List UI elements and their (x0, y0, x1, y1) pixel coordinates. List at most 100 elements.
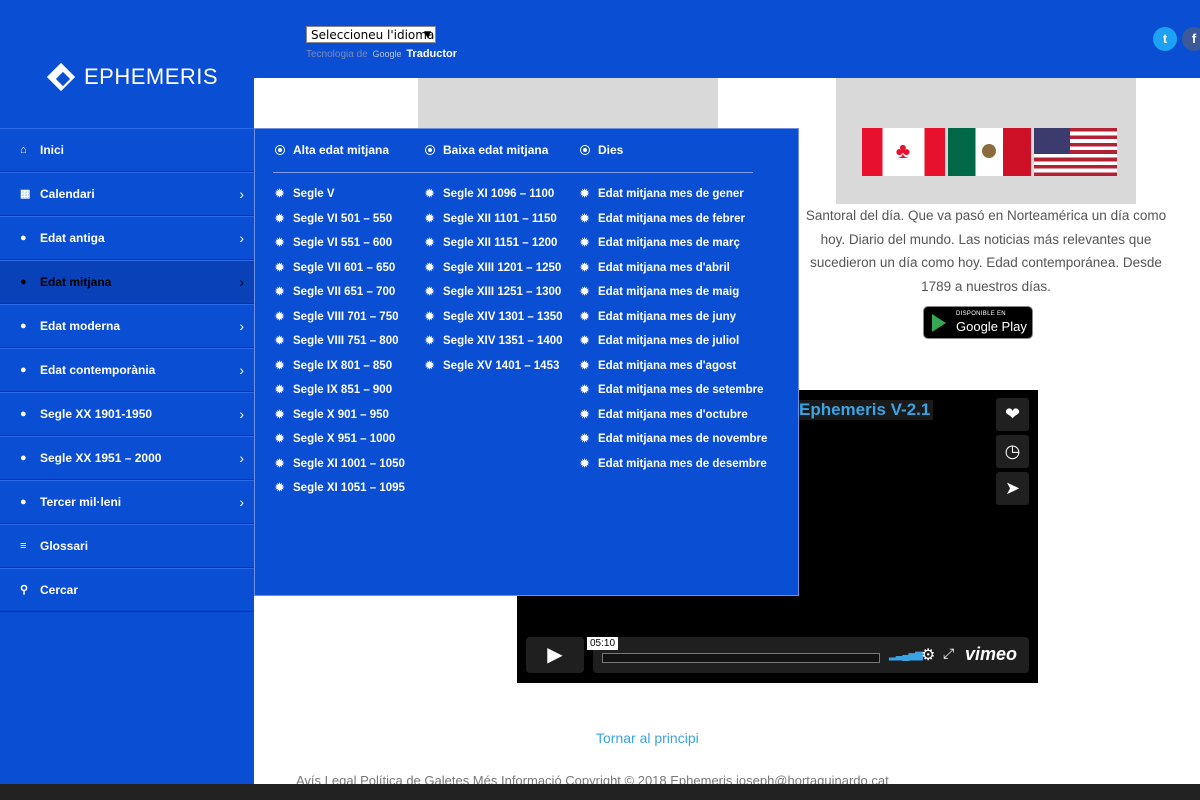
menu-item[interactable]: ✹ Edat mitjana mes de març (580, 236, 767, 261)
column-alta: ✹ Segle V ✹ Segle VI 501 – 550 ✹ Segle VI 551… (275, 187, 405, 506)
flags-image: ♣ (862, 128, 1117, 176)
menu-item-label: Edat mitjana mes de juliol (598, 335, 740, 347)
heading-baixa-edat-mitjana[interactable]: Baixa edat mitjana (425, 143, 548, 157)
watch-later-icon[interactable]: ◷ (996, 435, 1029, 468)
menu-item-label: Segle XI 1001 – 1050 (293, 457, 405, 470)
sidebar-item-calendari[interactable]: ▦ Calendari › (0, 172, 254, 216)
progress-track[interactable] (602, 653, 880, 663)
menu-item[interactable]: ✹ Segle XI 1001 – 1050 (275, 457, 405, 482)
vimeo-logo[interactable]: vimeo (965, 644, 1017, 665)
bullet-icon: ✹ (425, 310, 435, 323)
bullet-icon: ✹ (275, 237, 285, 249)
menu-item[interactable]: ✹ Edat mitjana mes d'octubre (580, 408, 767, 433)
menu-item[interactable]: ✹ Segle X 951 – 1000 (275, 432, 405, 457)
play-button[interactable]: ▶ (526, 637, 584, 673)
menu-item[interactable]: ✹ Segle X 901 – 950 (275, 408, 405, 433)
sidebar-item-tercer-mil-leni[interactable]: ● Tercer mil·leni › (0, 480, 254, 524)
sidebar-item-edat-antiga[interactable]: ● Edat antiga › (0, 216, 254, 260)
sidebar-item-label: Edat contemporània (40, 363, 156, 377)
menu-item[interactable]: ✹ Segle VI 551 – 600 (275, 236, 405, 261)
menu-item-label: Segle XII 1151 – 1200 (443, 237, 558, 249)
facebook-icon[interactable]: f (1182, 27, 1200, 51)
dropdown-arrow-icon: ▼ (424, 30, 431, 40)
menu-item-label: Edat mitjana mes d'abril (598, 261, 730, 274)
heading-label: Alta edat mitjana (293, 143, 390, 157)
menu-item[interactable]: ✹ Segle VIII 701 – 750 (275, 310, 405, 335)
menu-item[interactable]: ✹ Segle VI 501 – 550 (275, 212, 405, 237)
language-select[interactable]: Seleccioneu l'idioma ▼ (306, 26, 436, 43)
menu-item-label: Segle IX 801 – 850 (293, 359, 393, 372)
mega-menu: Alta edat mitjana Baixa edat mitjana Die… (254, 128, 799, 596)
bullet-icon: ✹ (275, 359, 285, 372)
chevron-right-icon: › (239, 494, 244, 510)
sidebar-item-edat-moderna[interactable]: ● Edat moderna › (0, 304, 254, 348)
menu-item[interactable]: ✹ Edat mitjana mes de desembre (580, 457, 767, 482)
menu-item[interactable]: ✹ Edat mitjana mes de novembre (580, 432, 767, 457)
menu-item[interactable]: ✹ Segle XII 1151 – 1200 (425, 236, 563, 261)
menu-item[interactable]: ✹ Segle V (275, 187, 405, 212)
menu-item-label: Edat mitjana mes d'octubre (598, 408, 748, 421)
menu-item-label: Segle XIV 1351 – 1400 (443, 335, 563, 347)
menu-item[interactable]: ✹ Edat mitjana mes de setembre (580, 383, 767, 408)
sidebar-item-glossari[interactable]: ≡ Glossari (0, 524, 254, 568)
bullet-icon: ✹ (580, 261, 590, 274)
menu-item[interactable]: ✹ Segle IX 801 – 850 (275, 359, 405, 384)
google-play-badge[interactable]: DISPONIBLE EN Google Play (923, 306, 1033, 339)
sidebar-item-edat-contempor-nia[interactable]: ● Edat contemporània › (0, 348, 254, 392)
bullet-icon: ✹ (275, 433, 285, 445)
menu-item[interactable]: ✹ Segle XV 1401 – 1453 (425, 359, 563, 384)
twitter-icon[interactable]: t (1153, 27, 1177, 51)
heading-dies[interactable]: Dies (580, 143, 623, 157)
menu-item[interactable]: ✹ Segle XIV 1301 – 1350 (425, 310, 563, 335)
volume-icon[interactable]: ▂▃▄▅▆ (889, 650, 923, 661)
bullet-icon: ✹ (425, 335, 435, 347)
bullet-icon: ✹ (275, 457, 285, 470)
menu-item[interactable]: ✹ Edat mitjana mes de maig (580, 285, 767, 310)
menu-item[interactable]: ✹ Edat mitjana mes d'abril (580, 261, 767, 286)
bullet-icon: ✹ (580, 384, 590, 396)
menu-item[interactable]: ✹ Edat mitjana mes de gener (580, 187, 767, 212)
sidebar-item-cercar[interactable]: ⚲ Cercar (0, 568, 254, 612)
menu-item[interactable]: ✹ Segle VIII 751 – 800 (275, 334, 405, 359)
menu-item[interactable]: ✹ Edat mitjana mes d'agost (580, 359, 767, 384)
back-to-top-link[interactable]: Tornar al principi (596, 730, 699, 746)
sidebar-item-label: Edat antiga (40, 231, 105, 245)
chevron-right-icon: › (239, 274, 244, 290)
sidebar-item-edat-mitjana[interactable]: ● Edat mitjana › (0, 260, 254, 304)
sidebar-item-inici[interactable]: ⌂ Inici (0, 128, 254, 172)
menu-item[interactable]: ✹ Segle XIV 1351 – 1400 (425, 334, 563, 359)
menu-item[interactable]: ✹ Segle XIII 1201 – 1250 (425, 261, 563, 286)
menu-item[interactable]: ✹ Segle VII 651 – 700 (275, 285, 405, 310)
translator-link[interactable]: Traductor (406, 48, 457, 60)
fullscreen-icon[interactable]: ⤢ (943, 645, 954, 662)
menu-item[interactable]: ✹ Segle VII 601 – 650 (275, 261, 405, 286)
menu-item-label: Segle XI 1051 – 1095 (293, 482, 405, 494)
menu-item[interactable]: ✹ Segle XI 1096 – 1100 (425, 187, 563, 212)
menu-item[interactable]: ✹ Segle IX 851 – 900 (275, 383, 405, 408)
menu-item[interactable]: ✹ Segle XI 1051 – 1095 (275, 481, 405, 506)
sidebar-item-segle-xx-1951-2000[interactable]: ● Segle XX 1951 – 2000 › (0, 436, 254, 480)
logo[interactable]: EPHEMERIS (46, 60, 218, 94)
video-title[interactable]: Ephemeris V-2.1 (796, 400, 934, 420)
sidebar-item-segle-xx-1901-1950[interactable]: ● Segle XX 1901-1950 › (0, 392, 254, 436)
like-icon[interactable]: ❤ (996, 398, 1029, 431)
heading-alta-edat-mitjana[interactable]: Alta edat mitjana (275, 143, 389, 157)
heading-label: Baixa edat mitjana (443, 143, 549, 157)
menu-item[interactable]: ✹ Edat mitjana mes de juny (580, 310, 767, 335)
menu-item[interactable]: ✹ Edat mitjana mes de juliol (580, 334, 767, 359)
sidebar-item-label: Inici (40, 143, 65, 157)
menu-item-label: Edat mitjana mes de setembre (598, 384, 764, 396)
menu-item-label: Edat mitjana mes de gener (598, 188, 744, 200)
share-icon[interactable]: ➤ (996, 472, 1029, 505)
settings-icon[interactable]: ⚙ (921, 645, 935, 665)
sidebar-item-label: Edat moderna (40, 319, 121, 333)
chevron-right-icon: › (239, 230, 244, 246)
globe-icon: ● (20, 232, 27, 244)
bullet-icon: ✹ (275, 212, 285, 225)
menu-item[interactable]: ✹ Edat mitjana mes de febrer (580, 212, 767, 237)
column-dies: ✹ Edat mitjana mes de gener ✹ Edat mitjana … (580, 187, 767, 481)
menu-item[interactable]: ✹ Segle XII 1101 – 1150 (425, 212, 563, 237)
menu-item[interactable]: ✹ Segle XIII 1251 – 1300 (425, 285, 563, 310)
calendar-icon: ▦ (20, 188, 31, 200)
twitter-glyph: t (1162, 31, 1168, 46)
